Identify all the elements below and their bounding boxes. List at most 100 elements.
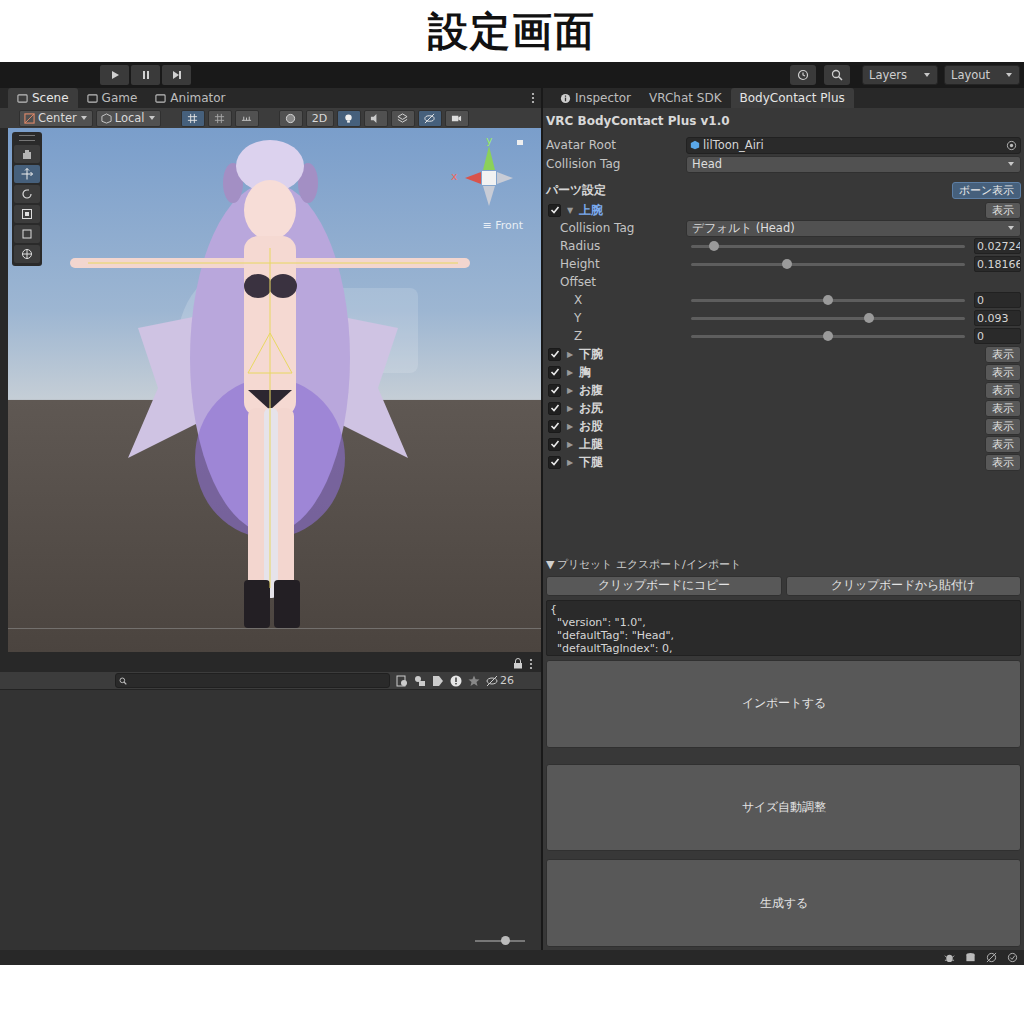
mode-2d-button[interactable]: 2D (306, 110, 334, 127)
layers-dropdown[interactable]: Layers (862, 65, 938, 85)
slider-track[interactable] (691, 245, 965, 248)
part-row[interactable]: ▶下腿表示 (546, 453, 1021, 471)
copy-button[interactable]: クリップボードにコピー (546, 576, 782, 596)
audio-button[interactable] (364, 110, 388, 127)
snap-button[interactable] (208, 110, 232, 127)
slider-track[interactable] (691, 317, 965, 320)
expand-arrow[interactable]: ▶ (565, 422, 575, 431)
show-button[interactable]: 表示 (985, 418, 1021, 435)
shading-button[interactable] (279, 110, 303, 127)
expand-arrow[interactable]: ▼ (546, 558, 554, 571)
expand-arrow[interactable]: ▶ (565, 350, 575, 359)
show-button[interactable]: 表示 (985, 436, 1021, 453)
part-checkbox[interactable] (548, 420, 561, 433)
history-button[interactable] (790, 65, 816, 85)
expand-arrow[interactable]: ▼ (565, 206, 575, 215)
expand-arrow[interactable]: ▶ (565, 386, 575, 395)
show-button[interactable]: 表示 (985, 364, 1021, 381)
layout-dropdown[interactable]: Layout (944, 65, 1020, 85)
number-field[interactable]: 0.02724 (974, 238, 1021, 254)
part-row[interactable]: ▶お腹表示 (546, 381, 1021, 399)
part-checkbox[interactable] (548, 456, 561, 469)
slider-track[interactable] (691, 299, 965, 302)
avatar-root-field[interactable]: lilToon_Airi (686, 137, 1021, 154)
json-textarea[interactable]: { "version": "1.0", "defaultTag": "Head"… (546, 600, 1021, 656)
number-field[interactable]: 0 (974, 292, 1021, 308)
transform-tool[interactable] (14, 245, 40, 263)
space-dropdown[interactable]: Local (96, 110, 161, 127)
part-row[interactable]: ▶上腿表示 (546, 435, 1021, 453)
show-button[interactable]: 表示 (985, 346, 1021, 363)
number-field[interactable]: 0 (974, 328, 1021, 344)
zoom-slider[interactable] (475, 940, 525, 942)
orientation-gizmo[interactable]: yx≡ Front (447, 136, 527, 232)
paste-button[interactable]: クリップボードから貼付け (786, 576, 1022, 596)
part-row[interactable]: ▶お股表示 (546, 417, 1021, 435)
step-button[interactable] (162, 65, 191, 85)
expand-arrow[interactable]: ▶ (565, 368, 575, 377)
number-field[interactable]: 0.093 (974, 310, 1021, 326)
part-checkbox[interactable] (548, 204, 561, 217)
move-tool[interactable] (14, 165, 40, 183)
view-label[interactable]: ≡ Front (482, 219, 523, 232)
increment-button[interactable] (235, 110, 259, 127)
zoom-knob[interactable] (501, 936, 510, 945)
scene-viewport[interactable]: yx≡ Front (8, 128, 541, 652)
expand-arrow[interactable]: ▶ (565, 440, 575, 449)
tab[interactable]: Scene (8, 88, 78, 108)
pivot-dropdown[interactable]: Center (19, 110, 93, 127)
show-button[interactable]: 表示 (985, 400, 1021, 417)
visibility-button[interactable] (418, 110, 442, 127)
expand-arrow[interactable]: ▶ (565, 404, 575, 413)
slider-knob[interactable] (864, 313, 874, 323)
show-button[interactable]: 表示 (985, 202, 1021, 219)
tab[interactable]: VRChat SDK (640, 88, 731, 108)
part-checkbox[interactable] (548, 366, 561, 379)
tab-menu[interactable] (531, 88, 535, 108)
tab[interactable]: Animator (146, 88, 234, 108)
part-checkbox[interactable] (548, 402, 561, 415)
part-row[interactable]: ▶胸表示 (546, 363, 1021, 381)
slider-knob[interactable] (709, 241, 719, 251)
axis-x-label: x (451, 170, 458, 183)
bone-display-button[interactable]: ボーン表示 (952, 182, 1021, 199)
collision-tag-dropdown[interactable]: デフォルト (Head) (686, 220, 1021, 237)
slider-track[interactable] (691, 335, 965, 338)
slider-knob[interactable] (823, 331, 833, 341)
tab[interactable]: BodyContact Plus (731, 88, 854, 108)
slider-knob[interactable] (823, 295, 833, 305)
show-button[interactable]: 表示 (985, 382, 1021, 399)
play-button[interactable] (100, 65, 129, 85)
collision-tag-dropdown[interactable]: Head (686, 156, 1021, 173)
effects-button[interactable] (391, 110, 415, 127)
camera-button[interactable] (445, 110, 469, 127)
slider-track[interactable] (691, 263, 965, 266)
import-button[interactable]: インポートする (546, 660, 1021, 748)
rotate-tool[interactable] (14, 185, 40, 203)
show-button[interactable]: 表示 (985, 454, 1021, 471)
lighting-button[interactable] (337, 110, 361, 127)
auto-size-button[interactable]: サイズ自動調整 (546, 764, 1021, 852)
part-row[interactable]: ▼上腕表示 (546, 201, 1021, 219)
search-field[interactable] (115, 673, 390, 688)
number-field[interactable]: 0.18166 (974, 256, 1021, 272)
preset-header[interactable]: ▼プリセット エクスポート/インポート (546, 557, 1021, 573)
hidden-count[interactable]: 26 (486, 674, 514, 687)
expand-arrow[interactable]: ▶ (565, 458, 575, 467)
slider-knob[interactable] (782, 259, 792, 269)
hand-tool[interactable] (14, 145, 40, 163)
part-checkbox[interactable] (548, 438, 561, 451)
grid-snap-button[interactable] (181, 110, 205, 127)
part-checkbox[interactable] (548, 348, 561, 361)
pause-button[interactable] (131, 65, 160, 85)
part-checkbox[interactable] (548, 384, 561, 397)
part-row[interactable]: ▶お尻表示 (546, 399, 1021, 417)
tab[interactable]: Game (78, 88, 147, 108)
rect-tool[interactable] (14, 225, 40, 243)
tab[interactable]: Inspector (551, 88, 640, 108)
palette-handle[interactable] (19, 135, 35, 141)
generate-button[interactable]: 生成する (546, 859, 1021, 947)
search-button[interactable] (824, 65, 850, 85)
scale-tool[interactable] (14, 205, 40, 223)
part-row[interactable]: ▶下腕表示 (546, 345, 1021, 363)
